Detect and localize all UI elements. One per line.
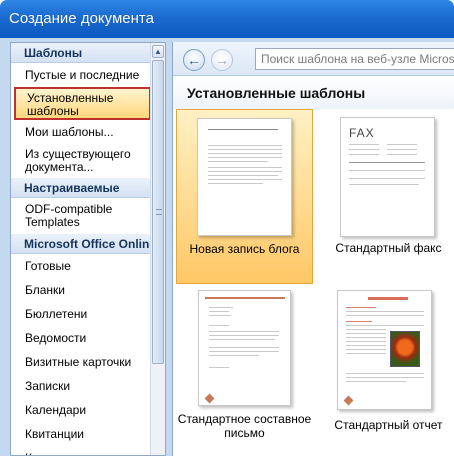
report-thumbnail [337, 290, 432, 410]
template-label-line1: Стандартное составное [177, 412, 312, 426]
sidebar-item-odf-templates[interactable]: ODF-compatible Templates [11, 198, 165, 234]
sidebar-header-custom: Настраиваемые [11, 178, 165, 198]
blog-thumbnail [197, 118, 292, 236]
back-button[interactable]: ← [183, 49, 205, 71]
sidebar-item-online[interactable]: Бланки [11, 278, 165, 302]
template-label-line2: письмо [224, 426, 265, 440]
sidebar-item-installed-templates[interactable]: Установленные шаблоны [14, 87, 151, 120]
section-title: Установленные шаблоны [173, 77, 454, 109]
sidebar-scrollbar[interactable]: ▲ [150, 43, 165, 455]
forward-button[interactable]: → [211, 49, 233, 71]
sidebar-item-label-line2: Templates [25, 215, 80, 229]
diamond-icon [343, 395, 354, 406]
template-label: Стандартное составное письмо [176, 412, 313, 440]
toolbar: ← → Поиск шаблона на веб-узле Microsoft [173, 42, 454, 76]
sidebar-item-label-line2: шаблоны [27, 104, 79, 118]
back-arrow-icon: ← [187, 52, 201, 68]
flower-photo [390, 331, 420, 367]
create-document-dialog: Создание документа Шаблоны Пустые и посл… [0, 0, 454, 456]
sidebar-item-online[interactable]: Записки [11, 374, 165, 398]
sidebar-header-office-online: Microsoft Office Online [11, 234, 165, 254]
scroll-up-icon[interactable]: ▲ [152, 45, 164, 58]
sidebar-item-online[interactable]: Визитные карточки [11, 350, 165, 374]
sidebar-item-online[interactable]: Квитанции [11, 422, 165, 446]
sidebar-item-label-line2: документа... [25, 160, 94, 174]
sidebar-item-online[interactable]: Ведомости [11, 326, 165, 350]
templates-pane: ← → Поиск шаблона на веб-узле Microsoft … [172, 42, 454, 456]
sidebar-item-from-existing[interactable]: Из существующего документа... [11, 144, 165, 178]
template-label: Стандартный факс [335, 241, 442, 255]
search-input[interactable]: Поиск шаблона на веб-узле Microsoft [255, 48, 454, 70]
fax-thumbnail: FAX [340, 117, 435, 237]
merge-letter-thumbnail [198, 290, 291, 406]
template-label: Новая запись блога [189, 242, 300, 256]
sidebar-header-templates: Шаблоны [11, 43, 165, 63]
sidebar-item-online[interactable]: Конверты [11, 446, 165, 455]
sidebar-item-blank-recent[interactable]: Пустые и последние [11, 63, 165, 87]
template-tile-fax[interactable]: FAX Стандартный факс [320, 109, 454, 284]
template-tile-merge-letter[interactable]: Стандартное составное письмо [176, 287, 313, 456]
sidebar-item-online[interactable]: Бюллетени [11, 302, 165, 326]
sidebar-item-my-templates[interactable]: Мои шаблоны... [11, 120, 165, 144]
window-title: Создание документа [0, 0, 454, 38]
template-tile-blog[interactable]: Новая запись блога [176, 109, 313, 284]
fax-heading: FAX [349, 126, 375, 140]
grip-icon [156, 209, 162, 215]
sidebar-item-online[interactable]: Готовые [11, 254, 165, 278]
forward-arrow-icon: → [215, 52, 229, 68]
diamond-icon [204, 393, 215, 404]
online-categories: Готовые Бланки Бюллетени Ведомости Визит… [11, 254, 165, 455]
scroll-thumb[interactable] [152, 60, 164, 364]
template-tile-report[interactable]: Стандартный отчет [320, 287, 454, 456]
sidebar-item-online[interactable]: Календари [11, 398, 165, 422]
template-label: Стандартный отчет [334, 418, 443, 432]
sidebar: Шаблоны Пустые и последние Установленные… [10, 42, 166, 456]
